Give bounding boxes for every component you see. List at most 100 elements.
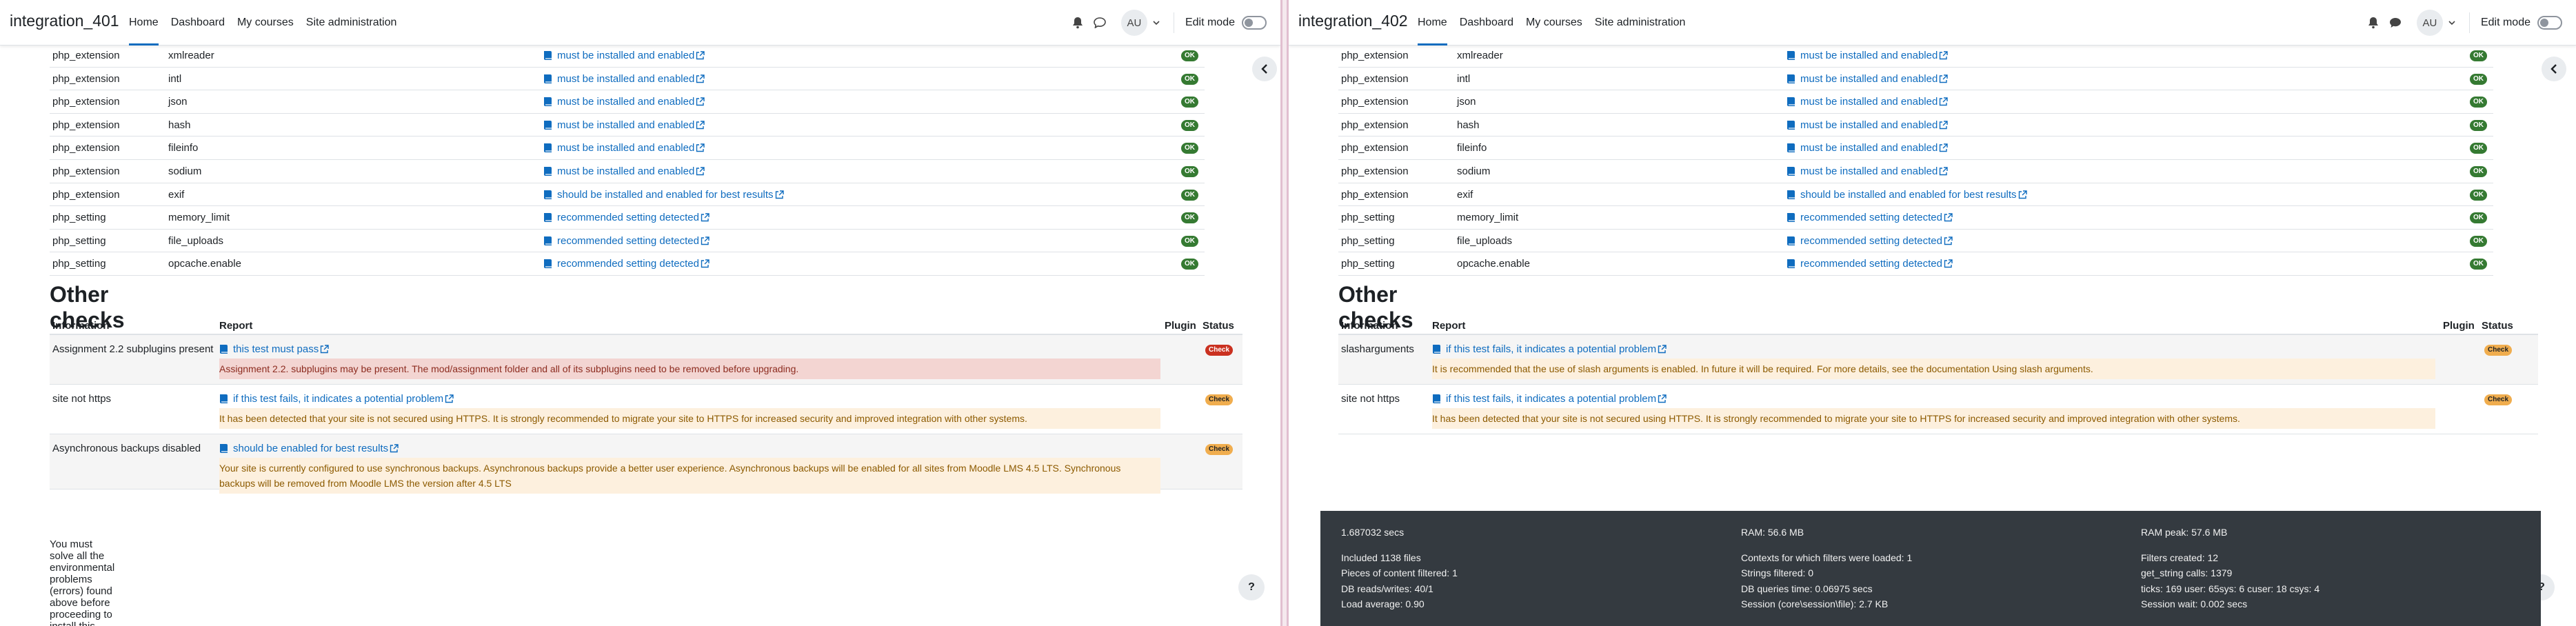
avatar[interactable]: AU	[2416, 10, 2443, 36]
book-icon	[1787, 143, 1795, 153]
doc-link[interactable]: must be installed and enabled	[543, 119, 705, 131]
doc-link[interactable]: should be installed and enabled for best…	[543, 189, 784, 201]
row-name: file_uploads	[1457, 234, 1513, 247]
doc-link[interactable]: must be installed and enabled	[1787, 73, 1949, 85]
doc-link[interactable]: should be installed and enabled for best…	[1787, 189, 2027, 201]
divider	[2468, 12, 2470, 33]
table-row: php_extension fileinfo must be installed a…	[50, 137, 1205, 160]
nav-home[interactable]: Home	[1411, 0, 1453, 46]
perf-ram: RAM: 56.6 MB	[1741, 527, 1804, 538]
doc-link[interactable]: recommended setting detected	[543, 258, 710, 270]
external-link-icon	[1944, 213, 1953, 222]
bell-icon[interactable]	[1069, 14, 1087, 32]
doc-link-label: recommended setting detected	[1800, 234, 1942, 247]
external-link-icon	[775, 190, 784, 199]
doc-link[interactable]: if this test fails, it indicates a poten…	[1432, 393, 1667, 405]
external-link-icon	[1940, 167, 1949, 176]
row-info: php_extension	[1341, 72, 1409, 85]
doc-link[interactable]: must be installed and enabled	[543, 96, 705, 108]
doc-link[interactable]: must be installed and enabled	[543, 165, 705, 177]
edit-mode-toggle[interactable]	[2537, 16, 2562, 30]
doc-link[interactable]: must be installed and enabled	[1787, 142, 1949, 154]
site-name[interactable]: integration_401	[10, 12, 119, 30]
site-name[interactable]: integration_402	[1298, 12, 1408, 30]
doc-link-label: recommended setting detected	[557, 258, 699, 270]
drawer-toggle-button[interactable]	[1252, 57, 1277, 81]
nav-home[interactable]: Home	[123, 0, 165, 46]
row-name: opcache.enable	[1457, 258, 1530, 270]
check-message: It has been detected that your site is n…	[1432, 408, 2435, 429]
check-info: site not https	[52, 393, 112, 405]
doc-link[interactable]: must be installed and enabled	[1787, 96, 1949, 108]
doc-link[interactable]: recommended setting detected	[543, 235, 710, 247]
doc-link-label: must be installed and enabled	[557, 165, 695, 177]
doc-link[interactable]: recommended setting detected	[1787, 212, 1953, 223]
edit-mode-toggle[interactable]	[1242, 16, 1267, 30]
header-plugin: Plugin	[2443, 320, 2475, 332]
external-link-icon	[696, 167, 705, 176]
doc-link[interactable]: if this test fails, it indicates a poten…	[1432, 343, 1667, 355]
doc-link[interactable]: must be installed and enabled	[543, 142, 705, 154]
external-link-icon	[1658, 345, 1667, 354]
nav-site-administration[interactable]: Site administration	[300, 0, 403, 46]
status-badge: OK	[1181, 165, 1198, 177]
external-link-icon	[1940, 97, 1949, 106]
external-link-icon	[701, 213, 710, 222]
row-info: php_extension	[1341, 142, 1409, 154]
doc-link-label: must be installed and enabled	[557, 50, 695, 61]
status-badge: OK	[2470, 235, 2487, 247]
message-icon[interactable]	[1091, 14, 1109, 32]
external-link-icon	[2018, 190, 2027, 199]
status-badge: OK	[2470, 259, 2487, 270]
help-button[interactable]: ?	[1238, 574, 1265, 600]
status-badge: OK	[2470, 73, 2487, 85]
row-name: json	[1457, 96, 1476, 108]
perf-filters-created: Filters created: 12	[2141, 552, 2219, 563]
doc-link[interactable]: must be installed and enabled	[1787, 50, 1949, 61]
edit-mode-label: Edit mode	[2480, 17, 2530, 28]
book-icon	[544, 143, 552, 153]
book-icon	[544, 236, 552, 245]
chevron-left-icon	[2550, 64, 2557, 74]
table-row: php_setting file_uploads recommended setti…	[50, 230, 1205, 253]
perf-session-wait: Session wait: 0.002 secs	[2141, 598, 2248, 609]
nav-dashboard[interactable]: Dashboard	[1453, 0, 1520, 46]
nav-my-courses[interactable]: My courses	[1520, 0, 1589, 46]
doc-link[interactable]: recommended setting detected	[543, 212, 710, 223]
book-icon	[220, 444, 228, 453]
nav-my-courses[interactable]: My courses	[231, 0, 300, 46]
message-icon[interactable]	[2386, 14, 2404, 32]
chevron-down-icon[interactable]	[1150, 17, 1163, 29]
doc-link[interactable]: recommended setting detected	[1787, 258, 1953, 270]
doc-link[interactable]: must be installed and enabled	[1787, 119, 1949, 131]
table-row: php_extension json must be installed and e…	[1338, 90, 2493, 114]
status-badge: Check	[1205, 394, 1234, 405]
bell-icon[interactable]	[2364, 14, 2382, 32]
doc-link[interactable]: must be installed and enabled	[543, 73, 705, 85]
external-link-icon	[701, 236, 710, 245]
row-info: php_extension	[52, 188, 120, 201]
book-icon	[1787, 120, 1795, 130]
doc-link[interactable]: this test must pass	[219, 343, 329, 355]
drawer-toggle-button[interactable]	[2542, 57, 2566, 81]
navbar: integration_401 Home Dashboard My course…	[0, 0, 1280, 46]
external-link-icon	[696, 74, 705, 83]
row-info: php_extension	[1341, 165, 1409, 177]
table-row: php_extension hash must be installed and e…	[1338, 114, 2493, 137]
nav-site-administration[interactable]: Site administration	[1589, 0, 1692, 46]
book-icon	[544, 259, 552, 269]
table-row: php_setting memory_limit recommended setti…	[50, 206, 1205, 230]
doc-link-label: this test must pass	[233, 343, 319, 355]
book-icon	[1787, 259, 1795, 269]
doc-link[interactable]: must be installed and enabled	[543, 50, 705, 61]
doc-link[interactable]: must be installed and enabled	[1787, 165, 1949, 177]
avatar[interactable]: AU	[1120, 10, 1147, 36]
doc-link[interactable]: should be enabled for best results	[219, 443, 399, 454]
nav-dashboard[interactable]: Dashboard	[165, 0, 231, 46]
doc-link[interactable]: recommended setting detected	[1787, 235, 1953, 247]
book-icon	[1433, 345, 1440, 354]
check-row: site not https if this test fails, it ind…	[50, 385, 1242, 434]
doc-link[interactable]: if this test fails, it indicates a poten…	[219, 393, 454, 405]
status-badge: OK	[2470, 97, 2487, 108]
chevron-down-icon[interactable]	[2446, 17, 2458, 29]
